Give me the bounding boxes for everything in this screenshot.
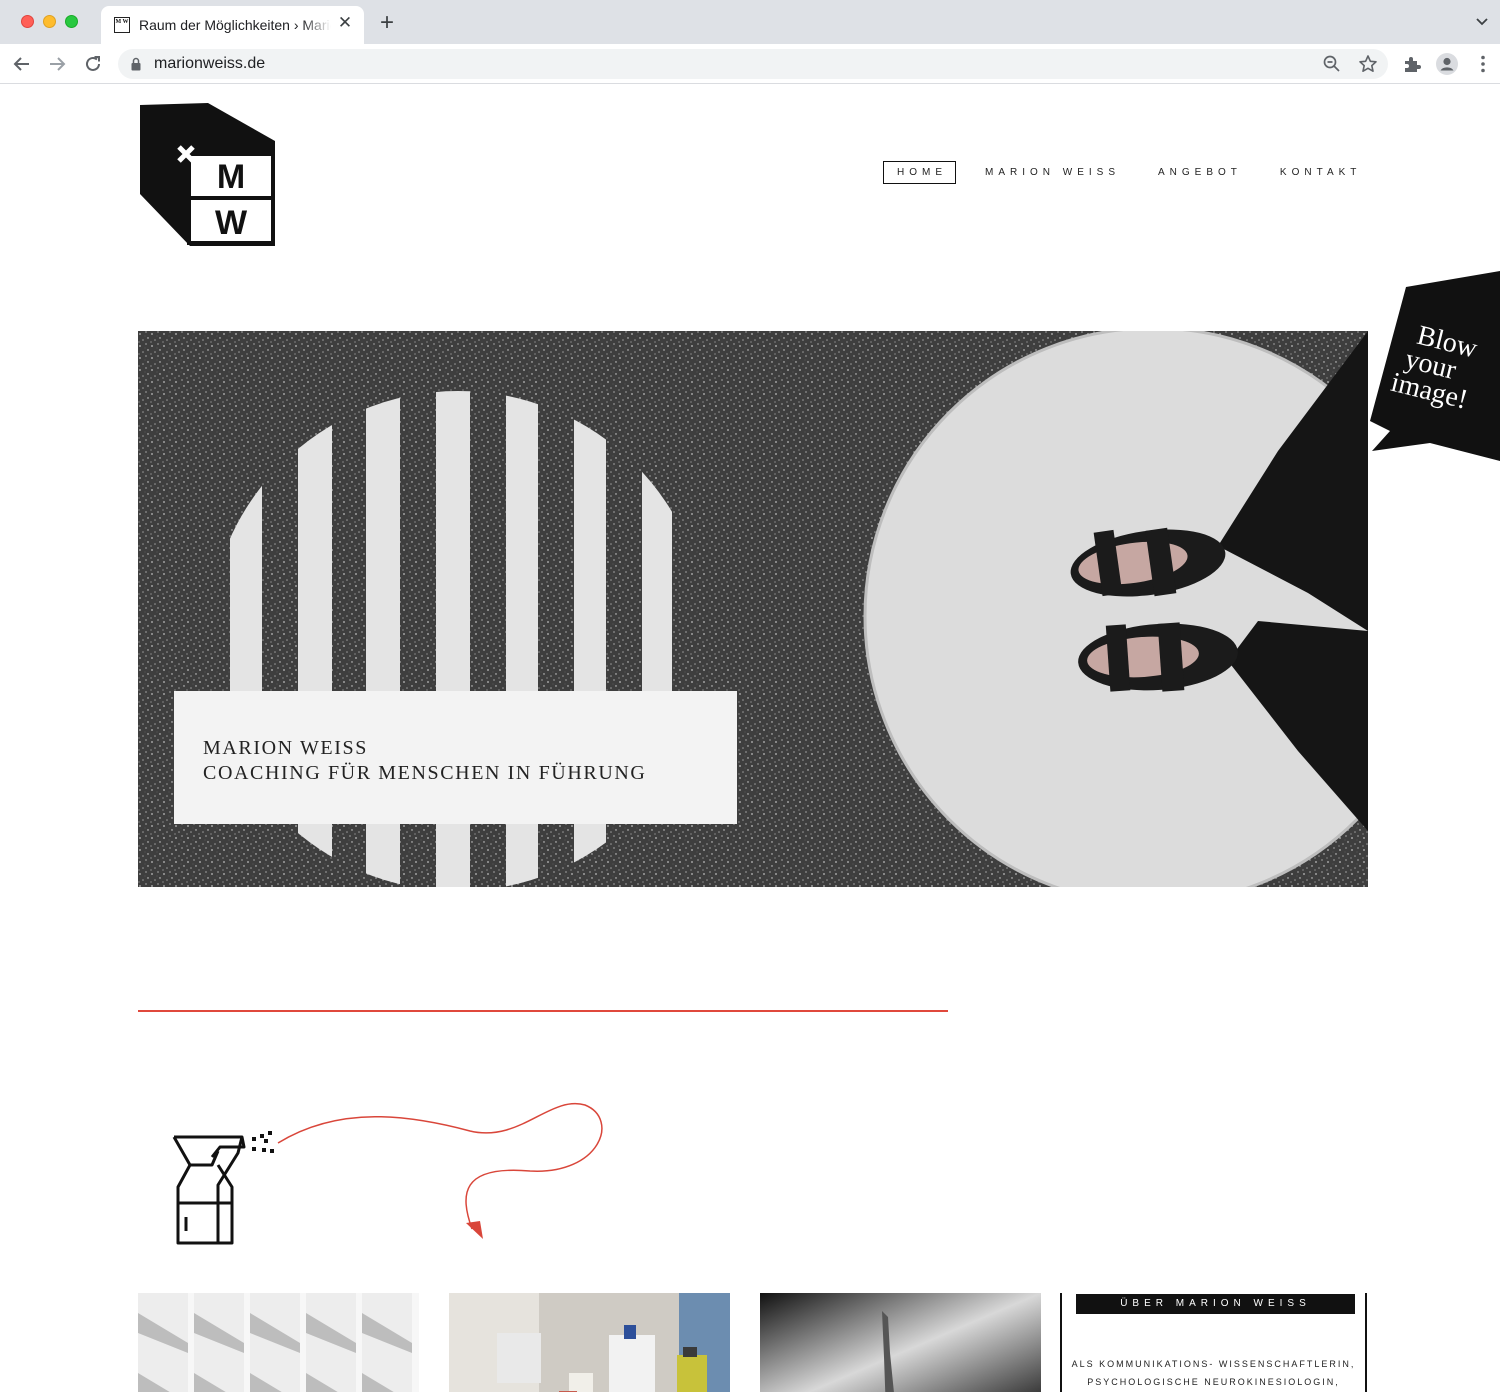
logo-letter-m: M [217, 158, 245, 196]
address-bar[interactable]: marionweiss.de [118, 49, 1388, 79]
blow-your-image-sticker[interactable]: Blow your image! [1368, 271, 1500, 463]
tile-architecture[interactable] [138, 1293, 419, 1392]
browser-toolbar: marionweiss.de [0, 44, 1500, 84]
red-divider [138, 1010, 948, 1012]
hero-subtitle: COACHING FÜR MENSCHEN IN FÜHRUNG [203, 762, 647, 784]
main-nav: HOME MARION WEISS ANGEBOT KONTAKT [883, 161, 1385, 184]
tab-list-icon[interactable] [1474, 14, 1490, 30]
maximize-window-button[interactable] [65, 15, 78, 28]
close-window-button[interactable] [21, 15, 34, 28]
spray-bottle-icon [172, 1135, 246, 1245]
zoom-icon[interactable] [1322, 54, 1342, 74]
reload-icon[interactable] [81, 52, 105, 76]
nav-kontakt[interactable]: KONTAKT [1266, 161, 1370, 184]
web-page: M W HOME MARION WEISS ANGEBOT KONTAKT Bl… [0, 85, 1500, 1392]
profile-icon[interactable] [1436, 53, 1458, 75]
about-line-2: PSYCHOLOGISCHE NEUROKINESIOLOGIN, [1087, 1377, 1340, 1387]
back-arrow-icon[interactable] [10, 52, 34, 76]
nav-angebot[interactable]: ANGEBOT [1144, 161, 1251, 184]
extensions-icon[interactable] [1401, 53, 1423, 75]
logo-letter-w: W [215, 204, 248, 242]
browser-tab-strip: M W Raum der Möglichkeiten › Marion Weis… [0, 0, 1500, 44]
spray-bottle-illustration [172, 1102, 603, 1245]
favicon-icon: M W [114, 17, 130, 33]
new-tab-button[interactable]: + [376, 11, 398, 35]
light-beam-image [760, 1293, 1041, 1392]
curved-arrow [277, 1102, 603, 1230]
hero-image: MARION WEISS COACHING FÜR MENSCHEN IN FÜ… [138, 331, 1368, 887]
tile-light[interactable] [760, 1293, 1041, 1392]
menu-icon[interactable] [1472, 53, 1494, 75]
spray-dots-icon [252, 1131, 274, 1153]
tab-title: Raum der Möglichkeiten › Marion Weiss [139, 17, 331, 33]
browser-tab[interactable]: M W Raum der Möglichkeiten › Marion Weis… [101, 6, 364, 44]
about-text: ALS KOMMUNIKATIONS- WISSENSCHAFTLERIN, P… [1062, 1355, 1365, 1391]
tab-close-button[interactable]: ✕ [336, 14, 354, 32]
url-text[interactable]: marionweiss.de [154, 55, 265, 73]
about-box: ÜBER MARION WEISS ALS KOMMUNIKATIONS- WI… [1060, 1293, 1367, 1392]
architecture-image [138, 1293, 419, 1392]
tile-cleaning[interactable] [449, 1293, 730, 1392]
lock-icon[interactable] [131, 57, 141, 71]
star-icon[interactable] [1358, 54, 1378, 74]
forward-arrow-icon[interactable] [45, 52, 69, 76]
nav-marion-weiss[interactable]: MARION WEISS [971, 161, 1129, 184]
about-line-1: ALS KOMMUNIKATIONS- WISSENSCHAFTLERIN, [1071, 1359, 1356, 1369]
cleaning-bottles-image [449, 1293, 730, 1392]
site-logo[interactable]: M W [138, 102, 276, 248]
minimize-window-button[interactable] [43, 15, 56, 28]
arrow-head-icon [466, 1221, 483, 1239]
about-heading[interactable]: ÜBER MARION WEISS [1076, 1294, 1355, 1314]
hero-caption-card: MARION WEISS COACHING FÜR MENSCHEN IN FÜ… [174, 691, 737, 824]
nav-home[interactable]: HOME [883, 161, 956, 184]
hero-title: MARION WEISS [203, 737, 368, 759]
